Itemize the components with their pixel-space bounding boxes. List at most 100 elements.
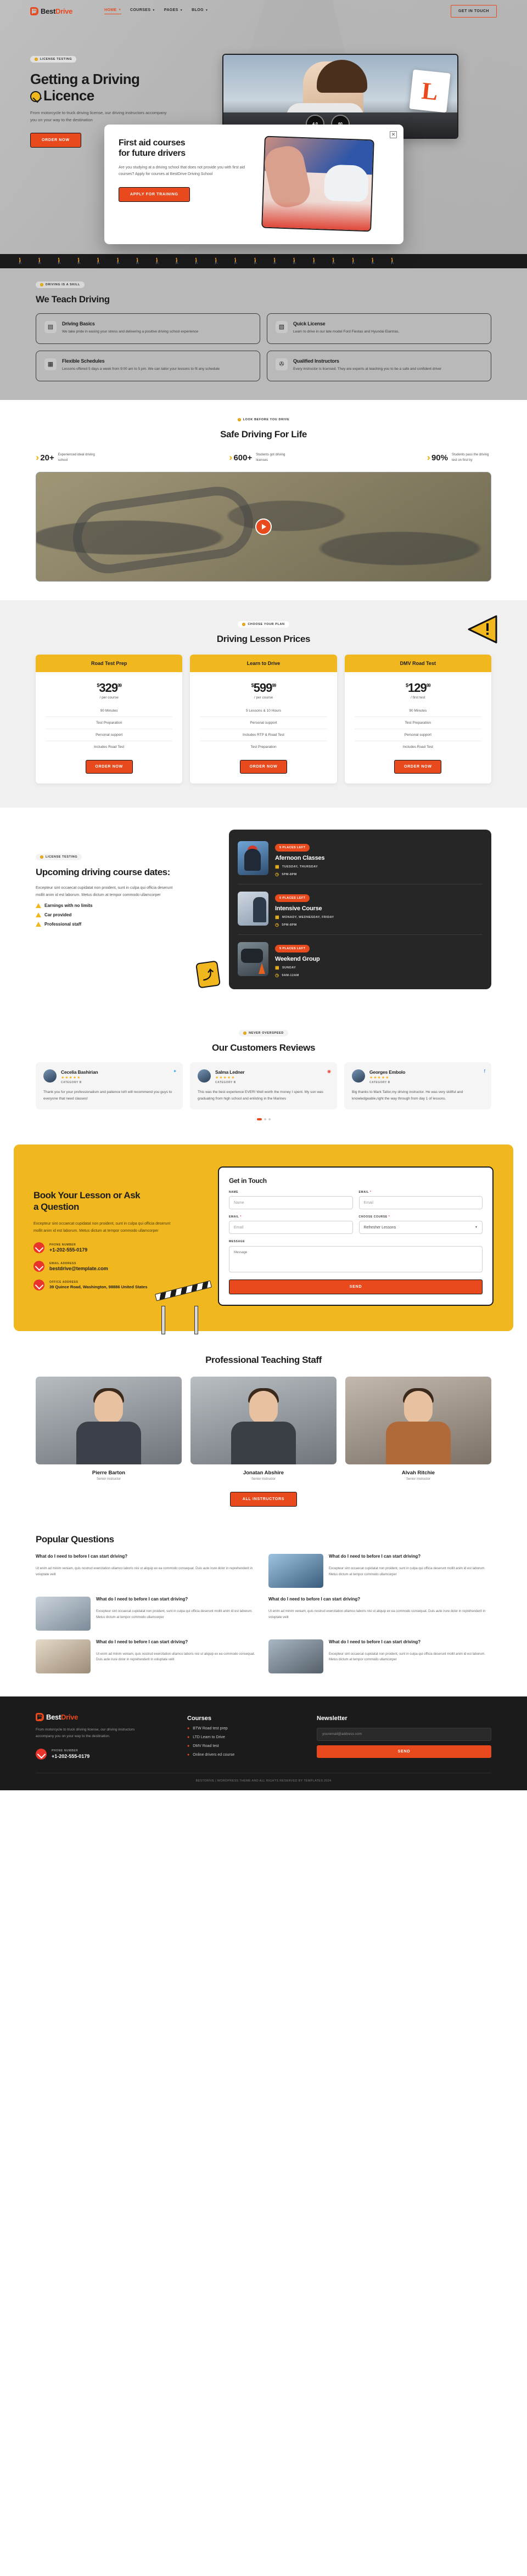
twitter-icon[interactable]: ✦ <box>173 1069 177 1074</box>
footer-link-dmv[interactable]: ● DMV Road test <box>187 1744 302 1748</box>
get-in-touch-button[interactable]: GET IN TOUCH <box>450 4 497 18</box>
barrier-pole <box>194 1306 198 1335</box>
address-value: 39 Quince Road, Washington, 98886 United… <box>49 1284 148 1289</box>
footer-logo[interactable]: BestDrive <box>36 1712 173 1721</box>
chevron-down-icon: ▼ <box>475 1226 478 1230</box>
message-textarea[interactable]: Message <box>229 1246 483 1273</box>
footer-courses-column: Courses ● BTW Road test prep ● LTD Learn t… <box>187 1713 302 1760</box>
plan-order-now-button[interactable]: ORDER NOW <box>239 760 287 774</box>
footer-link-btw[interactable]: ● BTW Road test prep <box>187 1727 302 1731</box>
facebook-icon[interactable]: f <box>484 1069 485 1074</box>
hero-title-line2: Licence <box>43 87 94 104</box>
promo-video[interactable] <box>36 472 491 582</box>
modal-title: First aid courses for future drivers <box>119 138 253 159</box>
carousel-dot-active[interactable] <box>256 1118 262 1121</box>
nav-item-courses[interactable]: COURSES ▼ <box>130 8 155 14</box>
card-text: Lessons offered 5 days a week from 9:00 … <box>62 367 220 371</box>
review-text: Thank you for your professionalism and p… <box>43 1090 172 1101</box>
apply-for-training-button[interactable]: APPLY FOR TRAINING <box>119 187 190 202</box>
nav-item-home[interactable]: HOME ▼ <box>104 8 121 14</box>
stat-desc: Students pass the driving test on first … <box>451 453 489 462</box>
location-pin-icon <box>33 1279 44 1291</box>
teach-card-flexible-schedules[interactable]: ▦ Flexible Schedules Lessons offered 5 d… <box>36 350 260 381</box>
price-card-road-test-prep: Road Test Prep $32999 / per course 90 Mi… <box>36 655 183 784</box>
dates-tick-item: Car provided <box>36 912 217 918</box>
safe-eyebrow-label: LOOK BEFORE YOU DRIVE <box>243 418 290 421</box>
nav-item-blog[interactable]: BLOG ▼ <box>192 8 208 14</box>
course-row-afternoon-classes[interactable]: 5 PLACES LEFT Afernoon Classes ▦ TUESDAY,… <box>238 834 483 885</box>
pedestrian-icon: 🚶 <box>349 258 357 265</box>
footer-paragraph: From motorcycle to truck driving license… <box>36 1727 135 1738</box>
nav-item-pages[interactable]: PAGES ▼ <box>164 8 183 14</box>
pedestrian-icon: 🚶 <box>369 258 377 265</box>
email-input[interactable]: Email <box>358 1196 483 1210</box>
plan-period: / per course <box>99 696 119 700</box>
plan-feature: Includes Road Test <box>402 745 433 749</box>
course-thumbnail <box>238 892 268 926</box>
faq-item[interactable]: What do I need to before I can start dri… <box>268 1597 491 1632</box>
photo-body <box>231 1422 296 1465</box>
name-input[interactable]: Name <box>229 1196 353 1210</box>
google-icon[interactable]: ◉ <box>327 1069 331 1074</box>
plan-price: $12999 <box>355 681 481 695</box>
reviews-eyebrow-badge: NEVER OVERSPEED <box>239 1030 288 1037</box>
faq-item[interactable]: What do I need to before I can start dri… <box>36 1639 259 1675</box>
bestdrive-logo-icon <box>36 1712 44 1721</box>
page-root: BestDrive HOME ▼ COURSES ▼ PAGES ▼ BLOG ▼ GE… <box>0 0 527 1791</box>
warning-triangle-icon <box>36 903 41 909</box>
phone-icon <box>33 1242 44 1254</box>
footer-link-online[interactable]: ● Online drivers ed course <box>187 1753 302 1757</box>
newsletter-email-input[interactable]: youremail@address.com <box>317 1727 491 1741</box>
site-logo[interactable]: BestDrive <box>30 7 72 15</box>
stat-number: 90% <box>431 453 448 463</box>
all-instructors-button[interactable]: ALL INSTRUCTORS <box>229 1492 298 1507</box>
faq-title: Popular Questions <box>36 1534 114 1545</box>
faq-item[interactable]: What do I need to before I can start dri… <box>36 1597 259 1632</box>
teach-card-quick-license[interactable]: ▧ Quick License Learn to drive in our la… <box>267 313 491 344</box>
carousel-dot[interactable] <box>264 1118 266 1121</box>
footer-phone[interactable]: PHONE NUMBER +1-202-555-0179 <box>36 1749 173 1760</box>
get-in-touch-form: Get in Touch NAME Name EMAIL * Email EMA… <box>218 1166 494 1306</box>
plan-order-now-button[interactable]: ORDER NOW <box>85 760 133 774</box>
course-row-intensive-course[interactable]: 5 PLACES LEFT Intensive Course ▦ MONADY, … <box>238 884 483 935</box>
course-row-weekend-group[interactable]: 5 PLACES LEFT Weekend Group ▦ SUNDAY ◷ 9AM… <box>238 935 483 985</box>
photo-body <box>76 1422 141 1465</box>
bullet-icon: ● <box>187 1752 190 1757</box>
pedestrian-icon: 🚶 <box>251 258 260 265</box>
modal-paragraph: Are you studying at a driving school tha… <box>119 165 245 177</box>
teach-card-qualified-instructors[interactable]: ✇ Qualified Instructors Every instructor… <box>267 350 491 381</box>
plan-order-now-button[interactable]: ORDER NOW <box>394 760 442 774</box>
send-button[interactable]: SEND <box>229 1279 483 1295</box>
review-category: CATEGORY B <box>61 1081 82 1085</box>
faq-item[interactable]: What do I need to before I can start dri… <box>36 1554 259 1589</box>
email-label: EMAIL ADDRESS <box>49 1261 76 1265</box>
learner-plate-icon: L <box>409 69 451 113</box>
choose-course-select[interactable]: Refresher Lessons ▼ <box>358 1221 483 1235</box>
play-icon[interactable] <box>255 518 272 536</box>
plan-name: Learn to Drive <box>190 655 337 673</box>
price-cards: Road Test Prep $32999 / per course 90 Mi… <box>36 655 491 784</box>
prices-eyebrow-label: CHOOSE YOUR PLAN <box>248 623 285 627</box>
carousel-dot[interactable] <box>268 1118 271 1121</box>
cents: 99 <box>426 683 431 689</box>
close-icon[interactable]: ✕ <box>390 131 397 138</box>
pedestrian-icon: 🚶 <box>94 258 103 265</box>
card-title: Flexible Schedules <box>62 358 105 364</box>
dates-paragraph: Excepteur sint occaecat cupidatat non pr… <box>36 886 173 897</box>
faq-thumbnail <box>36 1639 91 1673</box>
faq-item[interactable]: What do I need to before I can start dri… <box>268 1554 491 1589</box>
avatar <box>352 1069 365 1083</box>
amount: 129 <box>408 681 427 695</box>
plan-name: Road Test Prep <box>36 655 183 673</box>
email2-input[interactable]: Email <box>229 1221 353 1235</box>
contact-phone[interactable]: PHONE NUMBER +1-202-555-0179 <box>33 1242 204 1254</box>
footer-link-ltd[interactable]: ● LTD Learn to Drive <box>187 1735 302 1739</box>
contact-email[interactable]: EMAIL ADDRESS bestdrive@template.com <box>33 1261 204 1272</box>
faq-item[interactable]: What do I need to before I can start dri… <box>268 1639 491 1675</box>
photo-head <box>404 1390 433 1424</box>
hero-order-now-button[interactable]: ORDER NOW <box>30 132 81 148</box>
card-title: Qualified Instructors <box>293 358 339 364</box>
newsletter-send-button[interactable]: SEND <box>317 1745 491 1758</box>
message-label: MESSAGE <box>229 1240 245 1244</box>
teach-card-driving-basics[interactable]: ▤ Driving Basics We take pride in easing… <box>36 313 260 344</box>
